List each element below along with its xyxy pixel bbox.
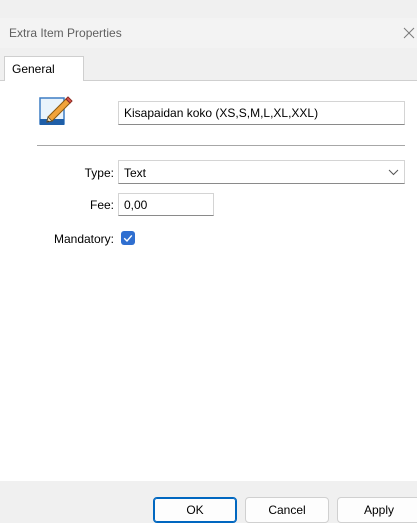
mandatory-label: Mandatory: <box>53 232 114 246</box>
tab-general-label: General <box>12 62 55 76</box>
close-icon[interactable] <box>398 20 417 46</box>
tab-general[interactable]: General <box>4 56 84 81</box>
item-name-field[interactable]: Kisapaidan koko (XS,S,M,L,XL,XXL) <box>118 101 405 125</box>
fee-label: Fee: <box>89 198 114 212</box>
fee-input[interactable]: 0,00 <box>118 193 214 216</box>
pencil-edit-icon <box>37 93 73 129</box>
dialog-window: Extra Item Properties General Kisapaidan… <box>0 0 417 523</box>
type-label: Type: <box>84 166 114 180</box>
checkmark-icon <box>123 234 133 243</box>
apply-button[interactable]: Apply <box>337 497 417 523</box>
cancel-button[interactable]: Cancel <box>245 497 329 523</box>
mandatory-checkbox[interactable] <box>121 231 135 245</box>
general-tab-panel <box>0 80 417 481</box>
window-title: Extra Item Properties <box>9 26 122 40</box>
ok-button[interactable]: OK <box>153 497 237 523</box>
chevron-down-icon <box>388 167 399 178</box>
type-select-value: Text <box>124 166 147 180</box>
type-select[interactable]: Text <box>118 160 405 184</box>
title-bar: Extra Item Properties <box>0 18 417 48</box>
separator-line <box>37 145 405 146</box>
